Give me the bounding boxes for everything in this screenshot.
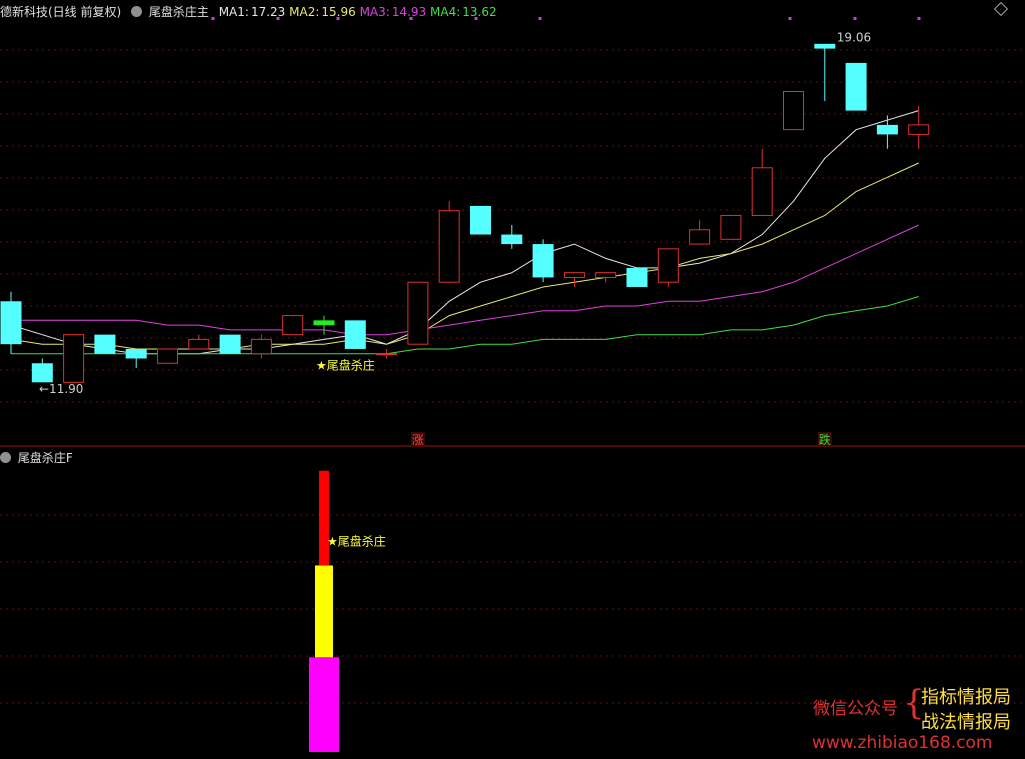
ma3-value: 14.93 — [391, 5, 427, 19]
candle-body — [157, 348, 178, 364]
indicator-annotation: ★尾盘杀庄 — [327, 534, 386, 549]
stock-title: 德新科技(日线 前复权) — [0, 5, 122, 19]
candle-body — [0, 301, 22, 345]
ma3-label: MA3: 14.93 — [359, 5, 427, 19]
ma2-value: 15.96 — [321, 5, 356, 19]
candle-body — [63, 334, 85, 383]
candle-body — [626, 267, 648, 287]
indicator-bar-segment — [315, 565, 333, 658]
candle-body — [814, 43, 836, 49]
candle-body — [313, 320, 335, 326]
price-annotation: 19.06 — [837, 31, 871, 45]
signal-marker: 跌 — [819, 432, 831, 447]
stock-chart[interactable]: ★尾盘杀庄 ←11.90 19.06 涨 跌 ★尾盘杀庄 — [0, 0, 1025, 759]
ma-line-2 — [10, 162, 919, 350]
watermark-wechat: 微信公众号 — [813, 699, 898, 719]
ma4-value: 13.62 — [462, 5, 497, 19]
candle-body — [783, 91, 804, 131]
price-annotation: ←11.90 — [39, 382, 83, 396]
candle-body — [407, 281, 429, 345]
ma-line-4 — [11, 296, 919, 355]
ma2-label: MA2: 15.96 — [289, 5, 356, 19]
ma1-label: MA1: 17.23 — [218, 5, 286, 19]
candle-body — [188, 338, 210, 350]
watermark-name2: 战法情报局 — [921, 712, 1011, 733]
candle-body — [532, 244, 554, 278]
chevron-circle-icon[interactable] — [0, 452, 11, 463]
candle-body — [125, 348, 147, 359]
candle-body — [219, 334, 241, 354]
candle-body — [689, 229, 711, 245]
indicator-title[interactable]: 尾盘杀庄主 — [149, 5, 209, 19]
candle-body — [94, 334, 116, 354]
ma1-value: 17.23 — [250, 5, 286, 19]
ma-line-3 — [11, 224, 919, 336]
candle-body — [250, 338, 272, 355]
candle-body — [908, 124, 930, 135]
candle-body — [344, 320, 366, 349]
indicator-bar-segment — [319, 470, 329, 566]
indicator-bar-segment — [309, 657, 339, 752]
watermark-url: www.zhibiao168.com — [812, 733, 993, 753]
top-dot — [853, 17, 857, 20]
price-annotation: ★尾盘杀庄 — [316, 357, 375, 372]
candle-body — [845, 62, 867, 111]
ma4-label: MA4: 13.62 — [430, 5, 497, 19]
candle-body — [751, 167, 773, 216]
candle-body — [563, 272, 585, 278]
signal-marker: 涨 — [412, 432, 424, 447]
candle-body — [470, 205, 491, 235]
candle-body — [282, 315, 304, 336]
candle-body — [501, 234, 523, 245]
candle-body — [720, 214, 742, 240]
watermark-name1: 指标情报局 — [921, 687, 1011, 708]
candle-body — [657, 248, 679, 283]
top-dot — [917, 17, 921, 20]
top-dot — [788, 17, 792, 20]
main-panel-header: 德新科技(日线 前复权) 尾盘杀庄主 MA1: 17.23 MA2: 15.96 M… — [0, 3, 497, 20]
candle-body — [876, 124, 898, 135]
chevron-circle-icon[interactable] — [131, 6, 143, 17]
top-dot — [538, 17, 542, 20]
candle-body — [438, 210, 460, 283]
sub-indicator-title[interactable]: 尾盘杀庄F — [18, 451, 73, 465]
sub-panel-header: 尾盘杀庄F — [0, 449, 79, 466]
candle-body — [31, 363, 53, 383]
candle-body — [595, 272, 617, 278]
ma-line-1 — [10, 110, 919, 355]
candle-body — [376, 353, 398, 356]
